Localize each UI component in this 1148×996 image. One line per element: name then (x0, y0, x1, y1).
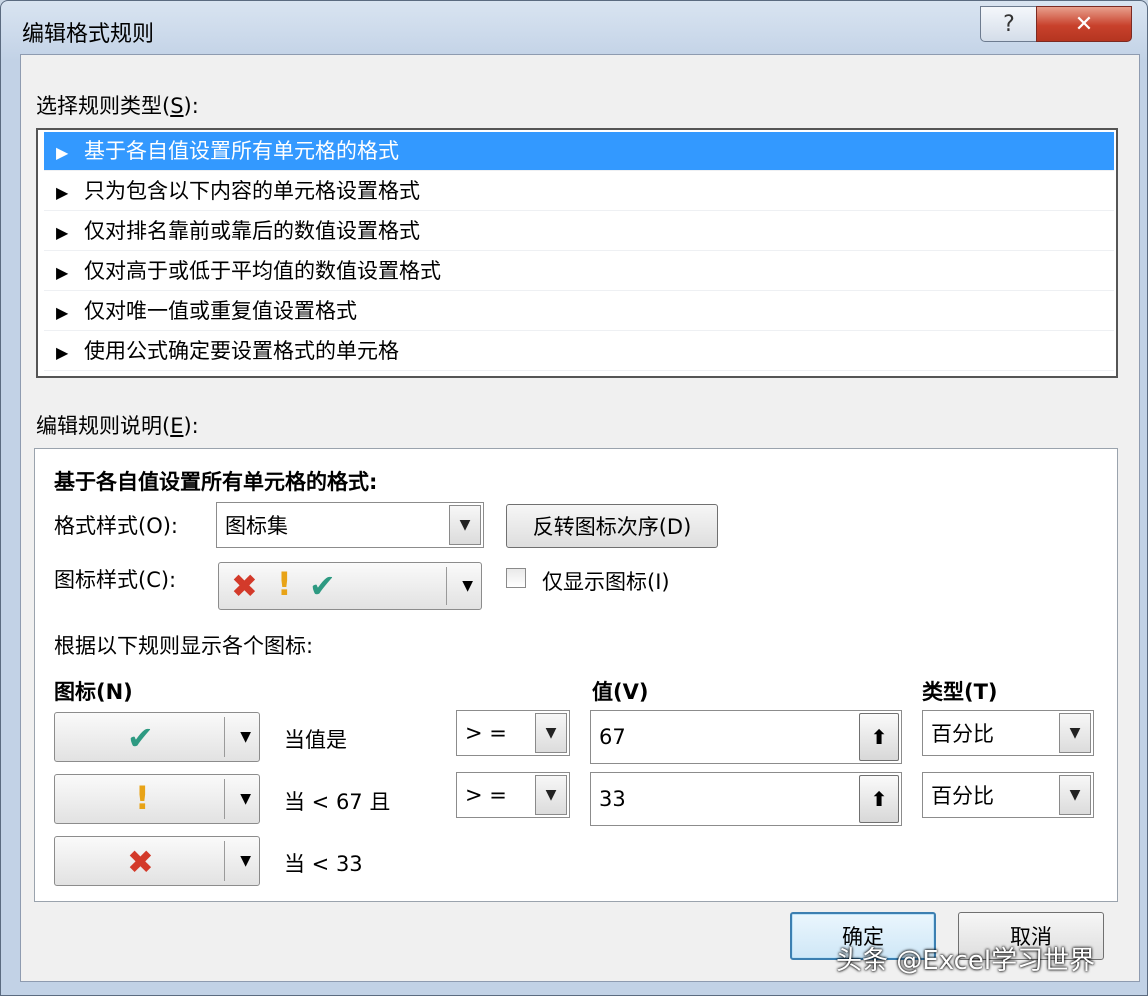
cross-icon: ✖ (127, 843, 154, 881)
range-picker-icon[interactable]: ⬆ (859, 775, 899, 823)
row3-condition: 当 < 33 (284, 852, 363, 876)
format-style-select[interactable]: 图标集 ▼ (216, 502, 484, 548)
chevron-down-icon: ▼ (240, 853, 251, 869)
rule-type-item[interactable]: ▶ 仅对排名靠前或靠后的数值设置格式 (44, 212, 1114, 251)
row1-icon-select[interactable]: ✔ ▼ (54, 712, 260, 762)
triangle-icon: ▶ (56, 183, 69, 202)
row1-condition: 当值是 (284, 728, 347, 752)
rule-type-item[interactable]: ▶ 使用公式确定要设置格式的单元格 (44, 332, 1114, 371)
rule-type-item[interactable]: ▶ 仅对唯一值或重复值设置格式 (44, 292, 1114, 331)
close-icon: ✕ (1074, 11, 1094, 37)
icon-style-label: 图标样式(C): (54, 568, 177, 592)
triangle-icon: ▶ (56, 223, 69, 242)
dialog-title: 编辑格式规则 (22, 22, 155, 47)
triangle-icon: ▶ (56, 343, 69, 362)
chevron-down-icon[interactable]: ▼ (535, 775, 567, 815)
row2-operator-select[interactable]: > = ▼ (456, 772, 570, 818)
exclamation-icon: ! (135, 779, 150, 817)
exclamation-icon: ! (277, 565, 292, 603)
rule-type-item[interactable]: ▶ 只为包含以下内容的单元格设置格式 (44, 172, 1114, 211)
column-header-icon: 图标(N) (54, 680, 133, 704)
row1-operator-select[interactable]: > = ▼ (456, 710, 570, 756)
chevron-down-icon[interactable]: ▼ (449, 505, 481, 545)
chevron-down-icon: ▼ (240, 791, 251, 807)
row2-value-input[interactable]: 33 ⬆ (590, 772, 902, 826)
chevron-down-icon[interactable]: ▼ (1059, 775, 1091, 815)
rule-desc-label: 编辑规则说明(E): (36, 414, 199, 438)
close-button[interactable]: ✕ (1036, 6, 1132, 42)
check-icon: ✔ (127, 719, 154, 757)
triangle-icon: ▶ (56, 303, 69, 322)
reverse-icon-order-button[interactable]: 反转图标次序(D) (506, 504, 718, 548)
check-icon: ✔ (309, 567, 336, 605)
show-icon-only-checkbox[interactable] (506, 568, 526, 588)
rule-type-list[interactable]: ▶ 基于各自值设置所有单元格的格式 ▶ 只为包含以下内容的单元格设置格式 ▶ 仅对排名… (36, 128, 1118, 378)
column-header-type: 类型(T) (922, 680, 998, 704)
row1-type-select[interactable]: 百分比 ▼ (922, 710, 1094, 756)
row1-value-input[interactable]: 67 ⬆ (590, 710, 902, 764)
row2-type-select[interactable]: 百分比 ▼ (922, 772, 1094, 818)
chevron-down-icon: ▼ (240, 729, 251, 745)
triangle-icon: ▶ (56, 263, 69, 282)
row2-condition: 当 < 67 且 (284, 790, 391, 814)
icon-style-select[interactable]: ✖ ! ✔ ▼ (218, 562, 482, 610)
column-header-value: 值(V) (592, 680, 649, 704)
format-style-label: 格式样式(O): (54, 514, 178, 538)
rule-type-item[interactable]: ▶ 仅对高于或低于平均值的数值设置格式 (44, 252, 1114, 291)
rule-type-item[interactable]: ▶ 基于各自值设置所有单元格的格式 (44, 132, 1114, 171)
row3-icon-select[interactable]: ✖ ▼ (54, 836, 260, 886)
cross-icon: ✖ (231, 567, 258, 605)
row2-icon-select[interactable]: ! ▼ (54, 774, 260, 824)
chevron-down-icon[interactable]: ▼ (1059, 713, 1091, 753)
watermark-text: 头条 @Excel学习世界 (836, 946, 1096, 976)
help-icon: ? (1003, 11, 1015, 37)
rule-desc-heading: 基于各自值设置所有单元格的格式: (54, 470, 378, 494)
rules-caption: 根据以下规则显示各个图标: (54, 634, 314, 658)
rule-type-label: 选择规则类型(S): (36, 94, 199, 118)
chevron-down-icon: ▼ (462, 578, 473, 594)
show-icon-only-label: 仅显示图标(I) (542, 570, 670, 594)
chevron-down-icon[interactable]: ▼ (535, 713, 567, 753)
help-button[interactable]: ? (980, 6, 1038, 42)
range-picker-icon[interactable]: ⬆ (859, 713, 899, 761)
triangle-icon: ▶ (56, 143, 69, 162)
